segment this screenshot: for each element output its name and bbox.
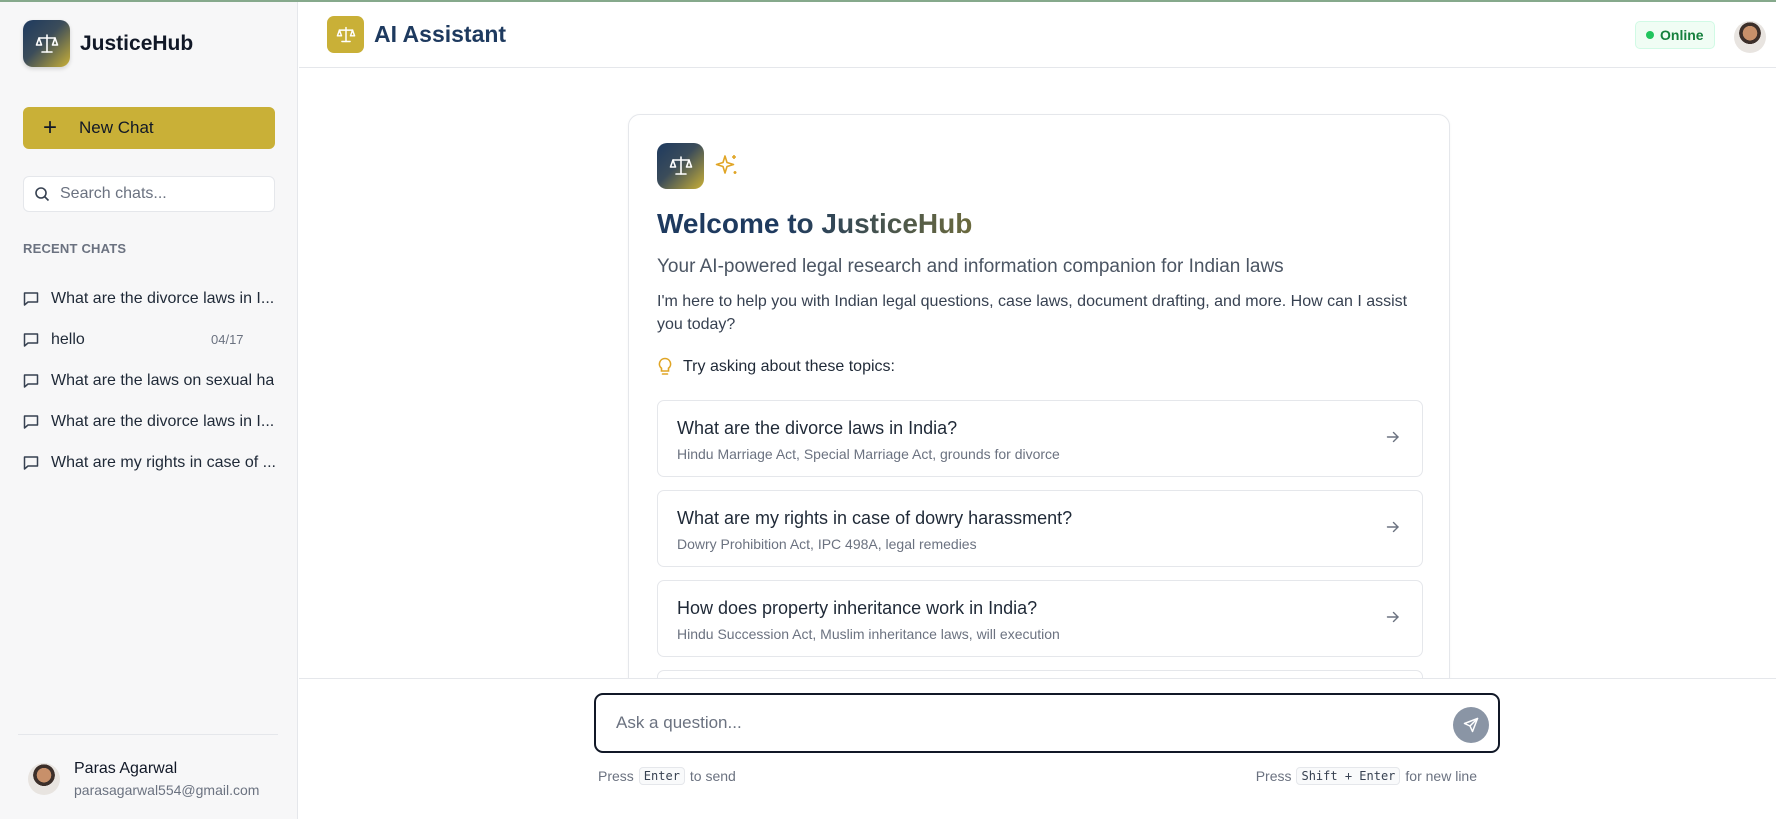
message-icon	[23, 455, 39, 470]
hint-text: Press	[1255, 768, 1292, 784]
message-icon	[23, 332, 39, 347]
chat-item-label: What are the divorce laws in I...	[51, 289, 275, 307]
status-badge: Online	[1635, 21, 1715, 49]
header: AI Assistant Online	[299, 2, 1776, 68]
chat-item[interactable]: What are my rights in case of ...	[23, 442, 285, 483]
chat-item[interactable]: What are the divorce laws in I...	[23, 401, 285, 442]
chat-item-label: hello	[51, 330, 85, 348]
chat-item[interactable]: hello 04/17	[23, 319, 285, 360]
new-chat-button[interactable]: + New Chat	[23, 107, 275, 149]
search-icon	[35, 187, 50, 202]
message-icon	[23, 291, 39, 306]
hint-text: for new line	[1405, 768, 1477, 784]
topic-title: What are my rights in case of dowry hara…	[677, 508, 1073, 528]
user-name: Paras Agarwal	[74, 760, 178, 777]
arrow-right-icon	[1386, 521, 1399, 533]
question-input[interactable]	[616, 711, 1436, 735]
topic-card[interactable]: What are the divorce laws in India? Hind…	[657, 400, 1423, 477]
composer-area: Press Enter to send Press Shift + Enter …	[299, 678, 1776, 819]
arrow-right-icon	[1386, 431, 1399, 443]
search-box	[23, 176, 275, 212]
chat-item-label: What are my rights in case of ...	[51, 453, 276, 471]
topic-description: Dowry Prohibition Act, IPC 498A, legal r…	[677, 536, 977, 552]
chat-item[interactable]: What are the divorce laws in I...	[23, 278, 285, 319]
topic-description: Hindu Succession Act, Muslim inheritance…	[677, 626, 1060, 642]
send-button[interactable]	[1453, 707, 1489, 743]
topics-label: Try asking about these topics:	[683, 358, 895, 375]
user-profile[interactable]: Paras Agarwal parasagarwal554@gmail.com	[28, 760, 259, 798]
topic-title: What are the divorce laws in India?	[677, 418, 958, 438]
status-label: Online	[1660, 27, 1704, 43]
arrow-right-icon	[1386, 611, 1399, 623]
shift-enter-key: Shift + Enter	[1296, 767, 1401, 785]
chat-item-date: 04/17	[211, 332, 244, 347]
scales-icon	[327, 16, 364, 53]
chat-main[interactable]: Welcome to JusticeHub Your AI-powered le…	[299, 69, 1776, 678]
chat-item-label: What are the laws on sexual ha	[51, 371, 275, 389]
scales-logo-icon	[657, 143, 704, 189]
send-hint: Press Enter to send	[598, 767, 736, 785]
hint-text: to send	[689, 768, 736, 784]
chat-list: What are the divorce laws in I... hello …	[23, 278, 285, 483]
recent-chats-heading: RECENT CHATS	[23, 241, 127, 256]
sidebar: JusticeHub + New Chat RECENT CHATS What …	[0, 2, 298, 819]
topic-card[interactable]: What are my rights in case of dowry hara…	[657, 490, 1423, 567]
plus-icon: +	[43, 114, 58, 141]
sidebar-divider	[18, 734, 278, 735]
brand[interactable]: JusticeHub	[23, 20, 193, 67]
newline-hint: Press Shift + Enter for new line	[1256, 767, 1477, 785]
topic-card[interactable]	[657, 670, 1423, 678]
composer	[594, 693, 1500, 753]
chat-item[interactable]: What are the laws on sexual ha	[23, 360, 285, 401]
brand-name: JusticeHub	[80, 31, 194, 55]
avatar	[28, 763, 60, 795]
online-dot-icon	[1646, 31, 1654, 39]
welcome-title: Welcome to JusticeHub	[657, 208, 973, 239]
topic-list: What are the divorce laws in India? Hind…	[657, 400, 1423, 678]
enter-key: Enter	[638, 767, 685, 785]
user-email: parasagarwal554@gmail.com	[74, 782, 260, 798]
welcome-card: Welcome to JusticeHub Your AI-powered le…	[628, 114, 1450, 678]
topics-heading: Try asking about these topics:	[657, 357, 895, 377]
topic-title: How does property inheritance work in In…	[677, 598, 1038, 618]
sparkles-icon	[715, 155, 737, 174]
chat-item-label: What are the divorce laws in I...	[51, 412, 275, 430]
search-input[interactable]	[60, 185, 260, 203]
welcome-subtitle: Your AI-powered legal research and infor…	[657, 256, 1284, 277]
topic-description: Hindu Marriage Act, Special Marriage Act…	[677, 446, 1060, 462]
message-icon	[23, 373, 39, 388]
message-icon	[23, 414, 39, 429]
user-avatar-button[interactable]	[1734, 21, 1766, 53]
scales-logo-icon	[23, 20, 70, 67]
topic-card[interactable]: How does property inheritance work in In…	[657, 580, 1423, 657]
hint-text: Press	[598, 768, 634, 784]
send-icon	[1463, 717, 1479, 733]
welcome-description: I'm here to help you with Indian legal q…	[657, 293, 1408, 333]
page-title: AI Assistant	[374, 21, 507, 47]
lightbulb-icon	[658, 357, 672, 375]
new-chat-label: New Chat	[79, 118, 154, 137]
